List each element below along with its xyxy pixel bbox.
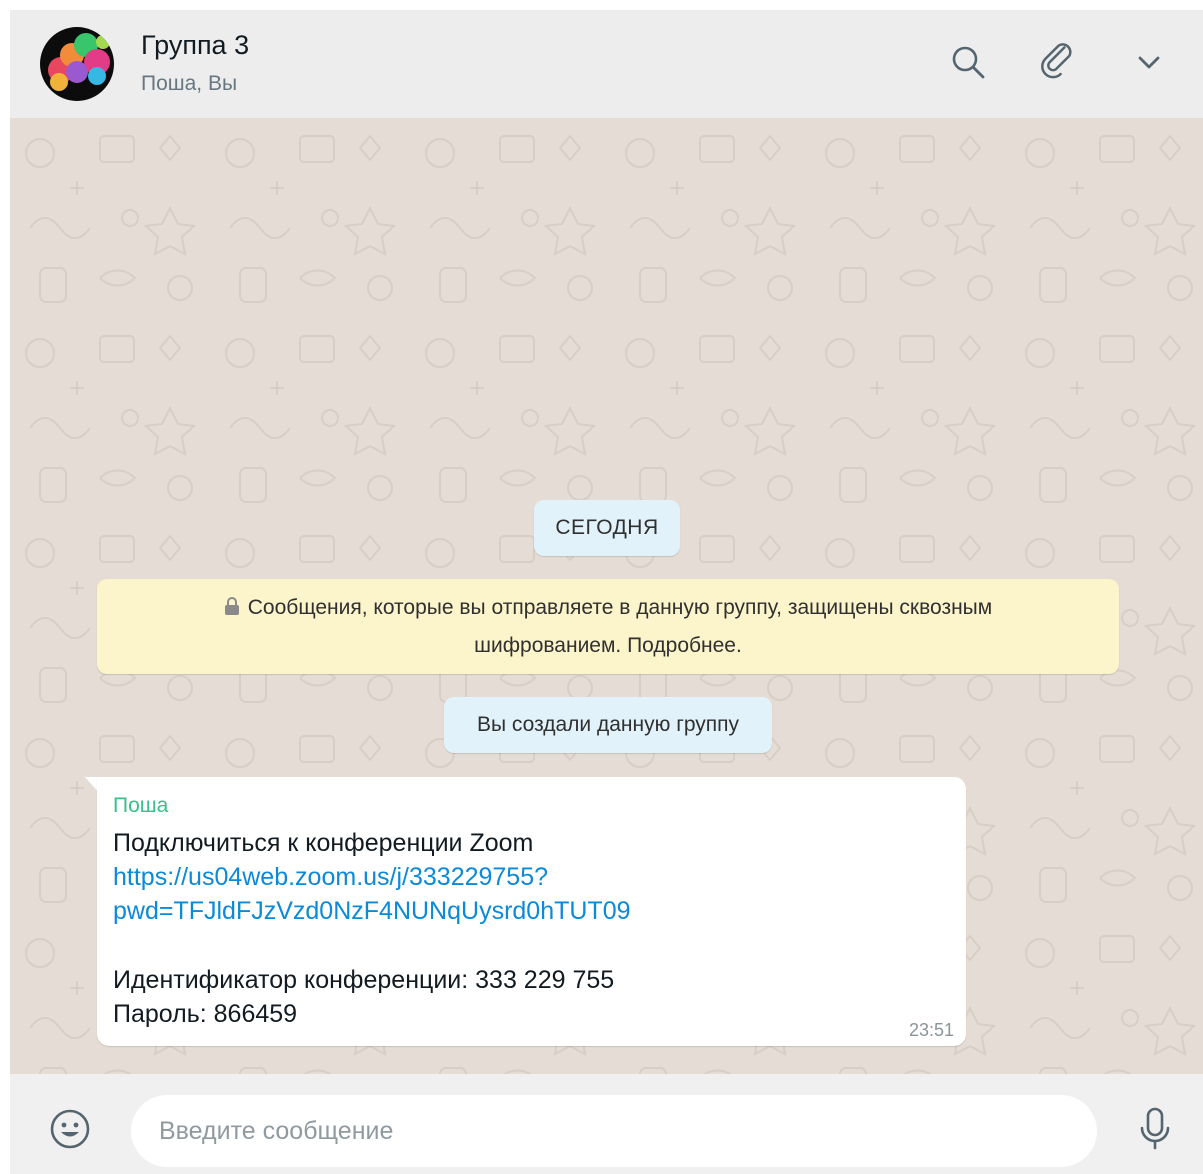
chat-header: Группа 3 Поша, Вы [10,10,1203,119]
encryption-notice[interactable]: Сообщения, которые вы отправляете в данн… [97,579,1119,674]
chat-window: Группа 3 Поша, Вы СЕГОДНЯ Сообщения, кот… [10,10,1203,1174]
lock-icon [224,597,239,615]
message-input[interactable] [131,1095,1097,1167]
search-icon [952,46,985,79]
compose-bar [10,1074,1203,1174]
attach-button[interactable] [1036,40,1080,84]
message-text-line: Подключиться к конференции Zoom [113,829,534,857]
voice-message-button[interactable] [1135,1106,1175,1152]
menu-button[interactable] [1127,40,1171,84]
group-avatar[interactable] [40,27,114,101]
system-message: Вы создали данную группу [444,697,772,753]
password-text: Пароль: 866459 [113,1000,298,1028]
paperclip-icon [1041,43,1072,79]
conference-id-text: Идентификатор конференции: 333 229 755 [113,966,615,994]
message-timestamp: 23:51 [908,1020,954,1040]
chevron-down-icon [1138,56,1160,69]
encryption-notice-line-2: шифрованием. Подробнее. [474,634,742,657]
message-sender-name[interactable]: Поша [113,794,168,818]
emoji-icon [50,1109,90,1149]
message-list[interactable]: СЕГОДНЯ Сообщения, которые вы отправляет… [10,118,1203,1074]
search-button[interactable] [946,40,990,84]
zoom-link-line-2[interactable]: pwd=TFJldFJzVzd0NzF4NUNqUysrd0hTUT09 [113,897,631,926]
emoji-button[interactable] [48,1107,92,1151]
zoom-link-line-1[interactable]: https://us04web.zoom.us/j/333229755? [113,863,548,892]
encryption-notice-line-1: Сообщения, которые вы отправляете в данн… [247,596,993,619]
microphone-icon [1140,1107,1170,1150]
chat-participants: Поша, Вы [141,72,238,95]
date-divider: СЕГОДНЯ [534,500,680,556]
incoming-message[interactable]: Поша Подключиться к конференции Zoom htt… [97,777,966,1046]
chat-title[interactable]: Группа 3 [141,30,249,61]
